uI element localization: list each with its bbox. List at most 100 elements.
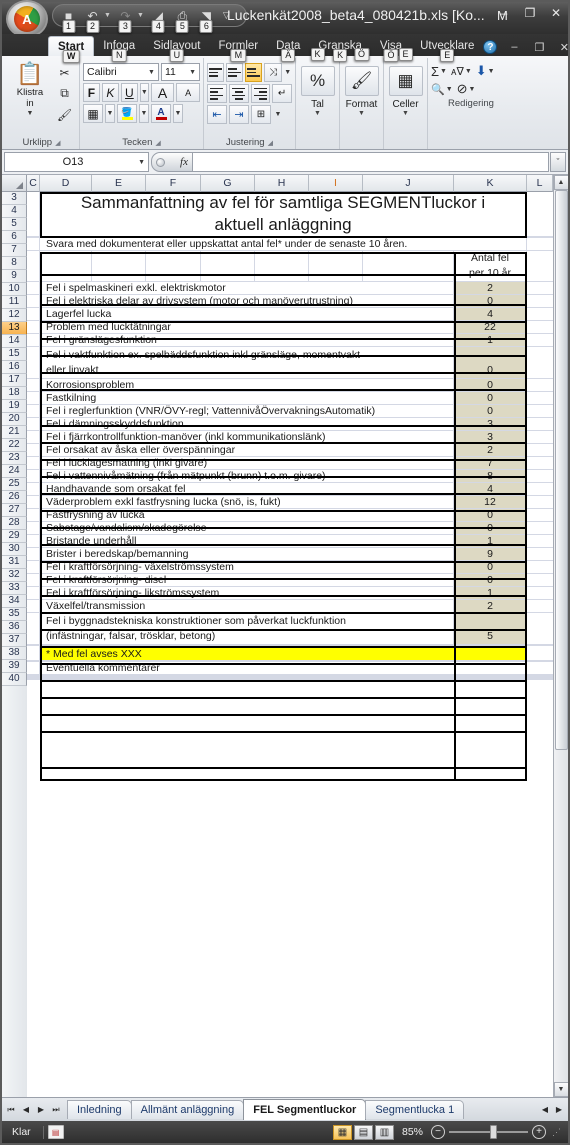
failure-count-value[interactable]: 0 [454, 347, 527, 378]
grid-cell[interactable] [27, 444, 40, 456]
sheet-tab-allmant-anlaggning[interactable]: Allmänt anläggning [130, 1100, 245, 1119]
grid-cell[interactable] [527, 548, 553, 560]
shrink-font-button[interactable]: A [176, 83, 200, 102]
redo-chevron-down-icon[interactable]: ▼ [137, 12, 144, 19]
sheet-scroll-right-button[interactable]: ▶ [552, 1102, 566, 1118]
grid-cell[interactable] [527, 662, 553, 674]
italic-button[interactable]: K [101, 83, 119, 102]
format-painter-button[interactable]: 🖌 [55, 105, 74, 124]
grid-cell[interactable] [92, 251, 146, 281]
failure-count-value[interactable]: 7 [454, 457, 527, 469]
grid-cell[interactable] [27, 548, 40, 560]
sheet-tab-segmentlucka-1[interactable]: Segmentlucka 1 [365, 1100, 465, 1119]
column-header-D[interactable]: D [40, 175, 92, 192]
failure-category-label[interactable]: Fel i lucklägesmätning (inkl givare) [40, 457, 454, 469]
failure-category-label[interactable]: Fel i kraftförsörjning- växelströmssyste… [40, 561, 454, 573]
align-left-button[interactable] [207, 84, 227, 103]
failure-category-label[interactable]: Fel i vaktfunktion ex. spelbäddsfunktion… [40, 347, 454, 378]
grid-cell[interactable] [527, 308, 553, 320]
failure-count-value[interactable]: 3 [454, 431, 527, 443]
failure-category-label[interactable]: Fel i dämningsskyddsfunktion [40, 418, 454, 430]
row-header-17[interactable]: 17 [2, 374, 27, 387]
grid-cell[interactable] [527, 295, 553, 307]
failure-count-value[interactable]: 2 [454, 282, 527, 294]
row-header-26[interactable]: 26 [2, 491, 27, 504]
grid-cell[interactable] [27, 238, 40, 250]
column-header-E[interactable]: E [92, 175, 146, 192]
increase-indent-button[interactable]: ⇥ [229, 105, 249, 124]
failure-count-value[interactable]: 1 [454, 587, 527, 599]
view-normal-button[interactable]: ▦ [332, 1124, 352, 1140]
row-header-7[interactable]: 7 [2, 244, 27, 257]
number-chevron-down-icon[interactable]: ▼ [314, 110, 321, 117]
copy-button[interactable]: ⧉ [55, 84, 74, 103]
grid-cell[interactable] [27, 561, 40, 573]
grid-cell[interactable] [27, 509, 40, 521]
row-header-14[interactable]: 14 [2, 335, 27, 348]
grid-cell[interactable] [527, 347, 553, 378]
column-header-H[interactable]: H [255, 175, 309, 192]
row-header-33[interactable]: 33 [2, 582, 27, 595]
font-color-chevron-down-icon[interactable]: ▼ [173, 104, 183, 123]
minimize-button[interactable]: – [496, 6, 512, 20]
row-header-23[interactable]: 23 [2, 452, 27, 465]
sheet-title[interactable]: Sammanfattning av fel för samtliga SEGME… [40, 192, 527, 236]
failure-count-value[interactable]: 1 [454, 334, 527, 346]
failure-category-label[interactable]: Fel i vattennivåmätning (från mätpunkt (… [40, 470, 454, 482]
failure-count-value[interactable]: 0 [454, 574, 527, 586]
failure-count-value[interactable]: 0 [454, 561, 527, 573]
row-header-22[interactable]: 22 [2, 439, 27, 452]
qat-save-button[interactable]: ■ 1 [59, 7, 78, 33]
name-box-chevron-down-icon[interactable]: ▼ [138, 159, 145, 166]
grid-cell[interactable] [527, 587, 553, 599]
cut-button[interactable]: ✂ [55, 63, 74, 82]
scrollbar-thumb[interactable] [554, 190, 568, 750]
paste-button[interactable]: 📋 Klistra in ▼ [7, 60, 53, 118]
grid-cell[interactable] [27, 379, 40, 391]
view-page-break-button[interactable]: ▥ [374, 1124, 394, 1140]
grid-cell[interactable] [527, 522, 553, 534]
row-header-9[interactable]: 9 [2, 270, 27, 283]
row-header-37[interactable]: 37 [2, 634, 27, 647]
value-column-header[interactable]: Antal fel per 10 år [454, 251, 527, 281]
failure-category-label[interactable]: Fel i byggnadstekniska konstruktioner so… [40, 613, 454, 644]
grid-cell[interactable] [527, 574, 553, 586]
grid-cell[interactable] [27, 613, 40, 644]
grid-cell[interactable] [527, 418, 553, 430]
grid-cell[interactable] [201, 251, 255, 281]
ribbon-close-button[interactable]: ✕ [556, 41, 570, 54]
grid-cell[interactable] [27, 192, 40, 236]
bold-button[interactable]: F [83, 83, 100, 102]
tab-data[interactable]: Data Ä [267, 36, 309, 62]
sheet-tab-inledning[interactable]: Inledning [67, 1100, 132, 1119]
row-header-36[interactable]: 36 [2, 621, 27, 634]
grid-cell[interactable] [27, 483, 40, 495]
grid-cell[interactable] [309, 251, 363, 281]
failure-count-value[interactable]: 22 [454, 321, 527, 333]
zoom-in-button[interactable]: + [532, 1125, 546, 1139]
failure-category-label[interactable]: Väderproblem exkl fastfrysning lucka (sn… [40, 496, 454, 508]
sheet-first-button[interactable]: ⏮ [4, 1102, 18, 1118]
failure-count-value[interactable]: 0 [454, 509, 527, 521]
insert-function-button[interactable]: fx [151, 152, 193, 172]
failure-category-label[interactable]: Sabotage/vandalism/skadegörelse [40, 522, 454, 534]
sheet-tab-fel-segmentluckor[interactable]: FEL Segmentluckor [243, 1099, 367, 1120]
failure-category-label[interactable]: Växelfel/transmission [40, 600, 454, 612]
cells-button[interactable]: ▦ E [388, 48, 423, 96]
row-header-15[interactable]: 15 [2, 348, 27, 361]
cells-chevron-down-icon[interactable]: ▼ [402, 110, 409, 117]
grid-cell[interactable] [27, 600, 40, 612]
row-header-34[interactable]: 34 [2, 595, 27, 608]
alignment-dialog-launcher-icon[interactable]: ◢ [268, 139, 273, 147]
grid-cell[interactable] [40, 251, 92, 281]
row-header-27[interactable]: 27 [2, 504, 27, 517]
grid-cell[interactable] [527, 405, 553, 417]
note-text[interactable]: Eventuella kommentarer [40, 662, 527, 674]
row-header-30[interactable]: 30 [2, 543, 27, 556]
name-box[interactable]: O13 ▼ [4, 152, 149, 172]
styles-chevron-down-icon[interactable]: ▼ [358, 110, 365, 117]
failure-category-label[interactable]: Problem med lucktätningar [40, 321, 454, 333]
resize-grip-icon[interactable]: ⋰ [552, 1127, 564, 1138]
ribbon-minimize-button[interactable]: – [506, 41, 522, 53]
grid-cell[interactable] [527, 431, 553, 443]
